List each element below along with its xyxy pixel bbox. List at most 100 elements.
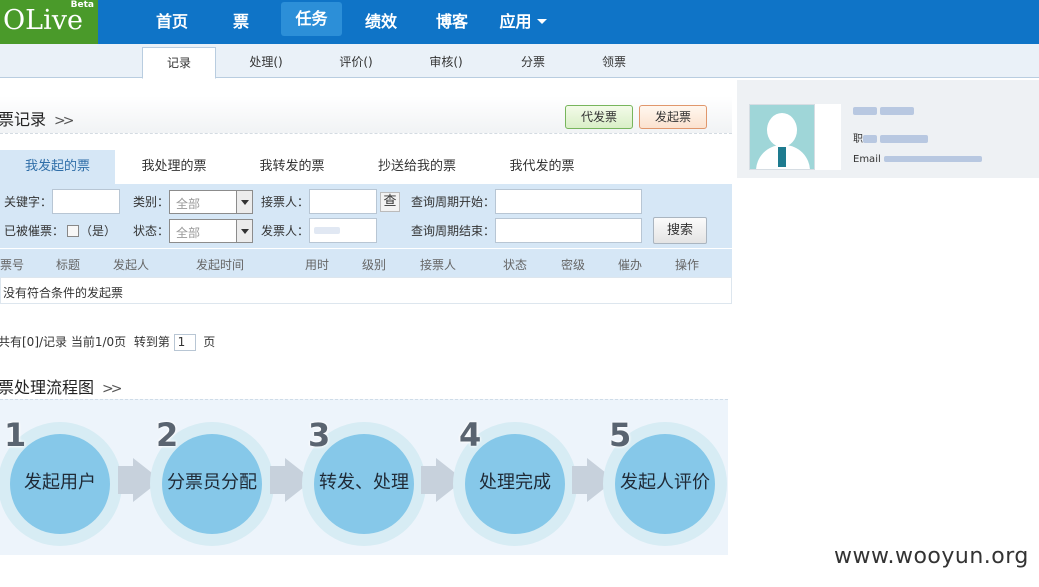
select-arrow-icon — [236, 191, 252, 213]
avatar-head-shape — [767, 113, 797, 147]
create-ticket-button[interactable]: 发起票 — [639, 105, 707, 129]
empty-table-message: 没有符合条件的发起票 — [3, 286, 124, 300]
column-header[interactable]: 发起时间 — [196, 256, 244, 273]
urged-label: 已被催票： — [4, 224, 65, 238]
column-header[interactable]: 用时 — [305, 256, 329, 273]
avatar-tie-shape — [778, 147, 786, 167]
subtab-review[interactable]: 审核() — [418, 47, 474, 78]
double-chevron-icon: >> — [54, 113, 75, 129]
tab-my-processed[interactable]: 我处理的票 — [124, 150, 224, 184]
urged-checkbox[interactable] — [67, 225, 79, 237]
urged-option-label: （是） — [80, 224, 117, 238]
period-start-input[interactable] — [495, 189, 642, 214]
logo[interactable]: OLive Beta — [0, 0, 98, 44]
flow-step-2: 2 分票员分配 — [150, 416, 274, 546]
category-select-value: 全部 — [176, 197, 201, 211]
nav-ticket[interactable]: 票 — [218, 0, 264, 44]
flow-title: 票处理流程图 >> — [0, 374, 123, 398]
subtab-claim[interactable]: 领票 — [586, 47, 642, 78]
status-select[interactable]: 全部 — [169, 219, 253, 243]
sub-nav-bar: 记录 处理() 评价() 审核() 分票 领票 — [0, 44, 1039, 79]
blurred-text — [863, 135, 877, 143]
sender-label: 发票人： — [261, 224, 310, 238]
column-header[interactable]: 标题 — [56, 256, 80, 273]
chevron-down-icon — [536, 18, 547, 24]
column-header[interactable]: 级别 — [362, 256, 386, 273]
position-label: 职 — [853, 134, 863, 145]
blurred-text — [880, 107, 915, 115]
avatar — [749, 104, 815, 170]
sender-input[interactable] — [309, 218, 377, 243]
category-label: 类别： — [133, 195, 170, 209]
blurred-text — [880, 135, 929, 143]
flow-arrow-stem — [118, 466, 134, 494]
step-label: 发起用户 — [24, 472, 96, 493]
period-end-label: 查询周期结束： — [411, 224, 496, 238]
step-number: 4 — [459, 416, 482, 454]
nav-blog[interactable]: 博客 — [426, 0, 478, 44]
avatar-side-panel — [815, 104, 841, 170]
column-header[interactable]: 操作 — [675, 256, 699, 273]
receiver-lookup-button[interactable]: 查 — [380, 192, 400, 212]
step-label: 发起人评价 — [620, 472, 710, 493]
profile-email: Email — [853, 154, 982, 165]
receiver-input[interactable] — [309, 189, 377, 214]
step-number: 1 — [4, 416, 27, 454]
profile-name — [853, 106, 915, 117]
pager-goto-label: 转到第 — [133, 335, 170, 349]
email-label: Email — [853, 154, 881, 165]
keyword-label: 关键字： — [4, 195, 53, 209]
period-end-input[interactable] — [495, 218, 642, 243]
column-header[interactable]: 票号 — [0, 256, 24, 273]
nav-task[interactable]: 任务 — [281, 2, 342, 36]
subtab-process[interactable]: 处理() — [238, 47, 294, 78]
column-header[interactable]: 接票人 — [420, 256, 456, 273]
select-arrow-icon — [236, 220, 252, 242]
subtab-assign[interactable]: 分票 — [505, 47, 561, 78]
nav-apps-dropdown[interactable]: 应用 — [493, 0, 553, 44]
table-row: 没有符合条件的发起票 — [0, 277, 732, 304]
flow-arrow-stem — [421, 466, 437, 494]
profile-card: 职 Email — [737, 80, 1039, 178]
step-label: 转发、处理 — [319, 472, 409, 493]
status-label: 状态： — [133, 224, 170, 238]
tab-my-forwarded[interactable]: 我转发的票 — [242, 150, 342, 184]
nav-home[interactable]: 首页 — [142, 0, 202, 44]
search-button[interactable]: 搜索 — [653, 217, 707, 244]
step-number: 3 — [308, 416, 331, 454]
watermark: www.wooyun.org — [834, 544, 1029, 569]
keyword-input[interactable] — [52, 189, 120, 214]
flow-step-3: 3 转发、处理 — [302, 416, 426, 546]
double-chevron-icon: >> — [102, 381, 123, 397]
table-header: 票号 标题 发起人 发起时间 用时 级别 接票人 状态 密级 催办 操作 — [0, 248, 732, 277]
subtab-records[interactable]: 记录 — [142, 47, 216, 79]
logo-beta-badge: Beta — [70, 0, 94, 10]
blurred-text — [853, 107, 877, 115]
column-header[interactable]: 密级 — [561, 256, 585, 273]
step-label: 处理完成 — [479, 472, 551, 493]
category-select[interactable]: 全部 — [169, 190, 253, 214]
top-nav-bar: OLive Beta 首页 票 任务 绩效 博客 应用 — [0, 0, 1039, 44]
step-number: 5 — [609, 416, 632, 454]
proxy-ticket-button[interactable]: 代发票 — [565, 105, 633, 129]
flow-step-1: 1 发起用户 — [0, 416, 122, 546]
period-start-label: 查询周期开始： — [411, 195, 496, 209]
subtab-evaluate[interactable]: 评价() — [328, 47, 384, 78]
column-header[interactable]: 状态 — [503, 256, 527, 273]
blurred-text — [314, 227, 340, 234]
pager-suffix: 页 — [203, 335, 216, 349]
nav-performance[interactable]: 绩效 — [355, 0, 407, 44]
receiver-label: 接票人： — [261, 195, 310, 209]
flow-step-5: 5 发起人评价 — [603, 416, 727, 546]
column-header[interactable]: 发起人 — [113, 256, 149, 273]
flow-title-text: 票处理流程图 — [0, 378, 95, 397]
flow-arrow-stem — [572, 466, 588, 494]
page-number-input[interactable]: 1 — [173, 334, 196, 351]
tab-my-created[interactable]: 我发起的票 — [0, 150, 115, 184]
step-number: 2 — [156, 416, 179, 454]
flow-arrow-stem — [270, 466, 286, 494]
pager-total: 共有[0]/记录 当前1/0页 — [0, 335, 127, 349]
column-header[interactable]: 催办 — [618, 256, 642, 273]
tab-cc-to-me[interactable]: 抄送给我的票 — [360, 150, 474, 184]
tab-my-proxy[interactable]: 我代发的票 — [494, 150, 590, 184]
